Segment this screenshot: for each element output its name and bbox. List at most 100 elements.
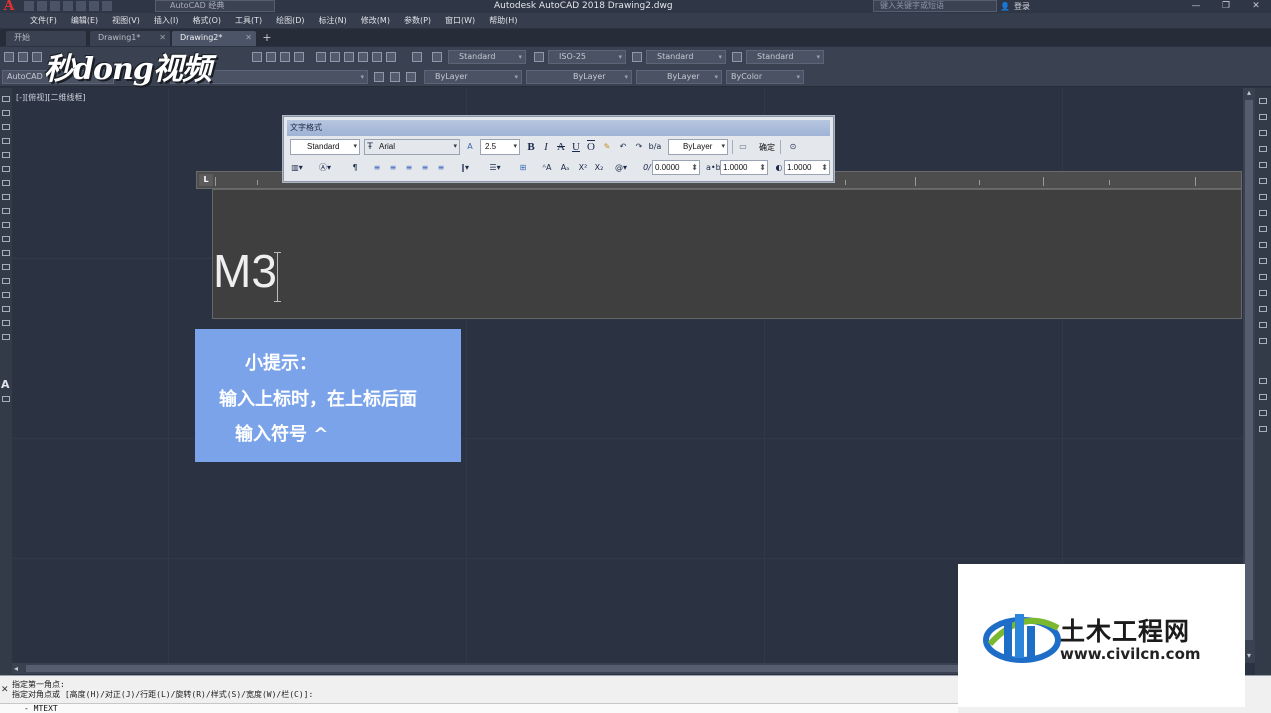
menu-edit[interactable]: 编辑(E) <box>71 13 98 28</box>
region-icon[interactable] <box>2 320 10 326</box>
bring-above-icon[interactable] <box>1259 426 1267 432</box>
array-icon[interactable] <box>1259 162 1267 168</box>
new-icon[interactable] <box>24 1 34 11</box>
gradient-icon[interactable] <box>2 306 10 312</box>
close-button[interactable]: ✕ <box>1241 0 1271 13</box>
workspace-select[interactable]: AutoCAD 经典 <box>155 0 275 12</box>
table-icon[interactable] <box>2 334 10 340</box>
undo-icon[interactable]: ↶ <box>616 140 630 154</box>
redo-icon[interactable]: ↷ <box>632 140 646 154</box>
strikethrough-button[interactable]: A <box>554 140 568 154</box>
dim-style-select[interactable]: ISO-25 <box>548 50 626 64</box>
layer-current-icon[interactable] <box>390 72 400 82</box>
text-color-dropdown[interactable]: ByLayer <box>668 139 728 155</box>
stack-icon[interactable]: b/a <box>648 140 662 154</box>
markup-icon[interactable] <box>372 52 382 62</box>
login-area[interactable]: 👤 登录 <box>1000 0 1030 13</box>
menu-parameters[interactable]: 参数(P) <box>404 13 431 28</box>
line-icon[interactable] <box>2 96 10 102</box>
quickcalc-icon[interactable] <box>386 52 396 62</box>
width-factor-input[interactable]: 1.0000 <box>784 160 830 175</box>
maximize-button[interactable]: ❐ <box>1211 0 1241 13</box>
autocad-app-icon[interactable]: A <box>0 0 18 14</box>
new-tab-button[interactable]: + <box>258 31 276 46</box>
bring-front-icon[interactable] <box>1259 394 1267 400</box>
vertical-scroll-thumb[interactable] <box>1245 100 1253 640</box>
break-icon[interactable] <box>1259 274 1267 280</box>
italic-button[interactable]: I <box>539 140 553 154</box>
layer-previous-icon[interactable] <box>406 72 416 82</box>
point-icon[interactable] <box>2 278 10 284</box>
design-center-icon[interactable] <box>330 52 340 62</box>
paragraph-indent-button[interactable]: L <box>199 174 213 186</box>
mleader-style-select[interactable]: Standard <box>746 50 824 64</box>
login-label[interactable]: 登录 <box>1014 0 1030 13</box>
align-right-icon[interactable]: ≡ <box>402 161 416 175</box>
symbol-icon[interactable]: @▾ <box>614 161 628 175</box>
stretch-icon[interactable] <box>1259 226 1267 232</box>
color-select[interactable]: ByLayer <box>424 70 522 84</box>
menu-window[interactable]: 窗口(W) <box>445 13 475 28</box>
paragraph-icon[interactable]: ¶ <box>348 161 362 175</box>
open-file-icon[interactable] <box>18 52 28 62</box>
move-icon[interactable] <box>1259 178 1267 184</box>
scroll-left-icon[interactable]: ◂ <box>14 663 18 674</box>
options-chevron-icon[interactable]: ⊙ <box>786 140 800 154</box>
mirror-icon[interactable] <box>1259 130 1267 136</box>
command-input[interactable]: - MTEXT <box>0 703 958 713</box>
underline-button[interactable]: U <box>569 140 583 154</box>
open-icon[interactable] <box>37 1 47 11</box>
linetype-select[interactable]: ByLayer <box>526 70 632 84</box>
construction-line-icon[interactable] <box>2 110 10 116</box>
chamfer-icon[interactable] <box>1259 306 1267 312</box>
make-block-icon[interactable] <box>2 264 10 270</box>
ok-button[interactable]: 确定 <box>752 139 782 155</box>
print-icon[interactable] <box>76 1 86 11</box>
tool-palettes-icon[interactable] <box>344 52 354 62</box>
align-center-icon[interactable]: ≡ <box>386 161 400 175</box>
offset-icon[interactable] <box>1259 146 1267 152</box>
ruler-toggle-icon[interactable]: ▭ <box>736 140 750 154</box>
hatch-icon[interactable] <box>2 292 10 298</box>
rectangle-icon[interactable] <box>2 152 10 158</box>
join-icon[interactable] <box>1259 290 1267 296</box>
close-command-icon[interactable]: ✕ <box>1 685 9 695</box>
plotstyle-select[interactable]: ByColor <box>726 70 804 84</box>
rotate-icon[interactable] <box>1259 194 1267 200</box>
menu-dimension[interactable]: 标注(N) <box>319 13 347 28</box>
trim-icon[interactable] <box>1259 242 1267 248</box>
minimize-button[interactable]: — <box>1181 0 1211 13</box>
multiline-text-icon[interactable]: A <box>1 378 10 391</box>
circle-icon[interactable] <box>2 180 10 186</box>
close-tab-icon[interactable]: ✕ <box>245 31 252 45</box>
distribute-icon[interactable]: ≡ <box>434 161 448 175</box>
insert-field-icon[interactable]: ⊞ <box>516 161 530 175</box>
columns-icon[interactable]: ▥▾ <box>290 161 304 175</box>
menu-file[interactable]: 文件(F) <box>30 13 57 28</box>
scale-icon[interactable] <box>1259 210 1267 216</box>
draworder-icon[interactable] <box>1259 378 1267 384</box>
pan-icon[interactable] <box>252 52 262 62</box>
layer-properties-icon[interactable] <box>374 72 384 82</box>
zoom-realtime-icon[interactable] <box>266 52 276 62</box>
tracking-input[interactable]: 1.0000 <box>720 160 768 175</box>
menu-format[interactable]: 格式(O) <box>192 13 221 28</box>
add-selected-icon[interactable] <box>2 396 10 402</box>
redo-icon[interactable] <box>102 1 112 11</box>
text-style-dropdown[interactable]: Standard <box>290 139 360 155</box>
menu-help[interactable]: 帮助(H) <box>489 13 517 28</box>
lineweight-select[interactable]: ByLayer <box>636 70 722 84</box>
bold-button[interactable]: B <box>524 140 538 154</box>
subscript-icon[interactable]: X₂ <box>592 161 606 175</box>
ellipse-arc-icon[interactable] <box>2 236 10 242</box>
line-spacing-icon[interactable]: ‖▾ <box>458 161 472 175</box>
menu-tools[interactable]: 工具(T) <box>235 13 262 28</box>
search-input[interactable]: 键入关键字或短语 <box>873 0 997 12</box>
explode-icon[interactable] <box>1259 338 1267 344</box>
menu-draw[interactable]: 绘图(D) <box>276 13 304 28</box>
polyline-icon[interactable] <box>2 124 10 130</box>
mtext-editor[interactable]: M3 <box>212 189 1242 319</box>
send-back-icon[interactable] <box>1259 410 1267 416</box>
mtext-justification-icon[interactable]: Ⓐ▾ <box>318 161 332 175</box>
viewport-controls[interactable]: [-][俯视][二维线框] <box>16 92 86 103</box>
